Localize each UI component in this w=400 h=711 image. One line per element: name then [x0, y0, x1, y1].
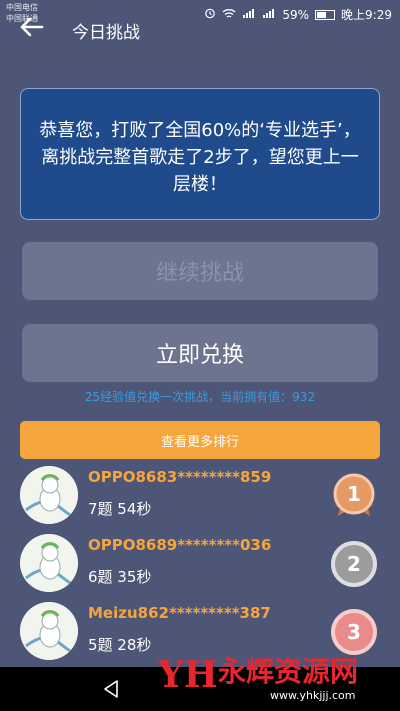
triangle-back-icon [104, 680, 118, 698]
watermark-url: www.yhkjjj.com [270, 689, 356, 702]
user-score: 6题 35秒 [88, 568, 152, 586]
more-rankings-button[interactable]: 查看更多排行 [20, 421, 380, 459]
user-score: 7题 54秒 [88, 500, 152, 518]
user-score: 5题 28秒 [88, 636, 152, 654]
avatar [20, 466, 78, 524]
user-name: OPPO8683********859 [88, 468, 272, 486]
avatar [20, 602, 78, 660]
user-name: Meizu862*********387 [88, 604, 271, 622]
watermark-logo: YH [158, 654, 218, 696]
result-message-card: 恭喜您，打败了全国60%的‘专业选手’，离挑战完整首歌走了2步了，望您更上一层楼… [20, 88, 380, 220]
app-bar: 今日挑战 [0, 12, 400, 52]
rank-medal-icon: 3 [328, 606, 380, 658]
watermark: YH 永辉资源网 www.yhkjjj.com [158, 653, 394, 709]
back-button[interactable] [18, 14, 44, 47]
page-title: 今日挑战 [72, 23, 140, 43]
back-arrow-icon [20, 17, 44, 37]
nav-back-button[interactable] [102, 679, 120, 703]
ranking-row[interactable]: OPPO8689********036 6题 35秒 2 [0, 534, 400, 598]
avatar [20, 534, 78, 592]
rank-number: 3 [347, 620, 361, 644]
redeem-hint: 25经验值兑换一次挑战，当前拥有值：932 [84, 390, 316, 404]
result-message-text: 恭喜您，打败了全国60%的‘专业选手’，离挑战完整首歌走了2步了，望您更上一层楼… [39, 120, 361, 195]
ranking-row[interactable]: OPPO8683********859 7题 54秒 1 [0, 466, 400, 530]
rank-number: 2 [347, 552, 361, 576]
rank-medal-icon: 1 [328, 470, 380, 522]
rank-medal-icon: 2 [328, 538, 380, 590]
rank-number: 1 [347, 482, 361, 506]
continue-challenge-button[interactable]: 继续挑战 [22, 242, 378, 300]
redeem-now-button[interactable]: 立即兑换 [22, 324, 378, 382]
user-name: OPPO8689********036 [88, 536, 272, 554]
watermark-text: 永辉资源网 [218, 655, 359, 688]
